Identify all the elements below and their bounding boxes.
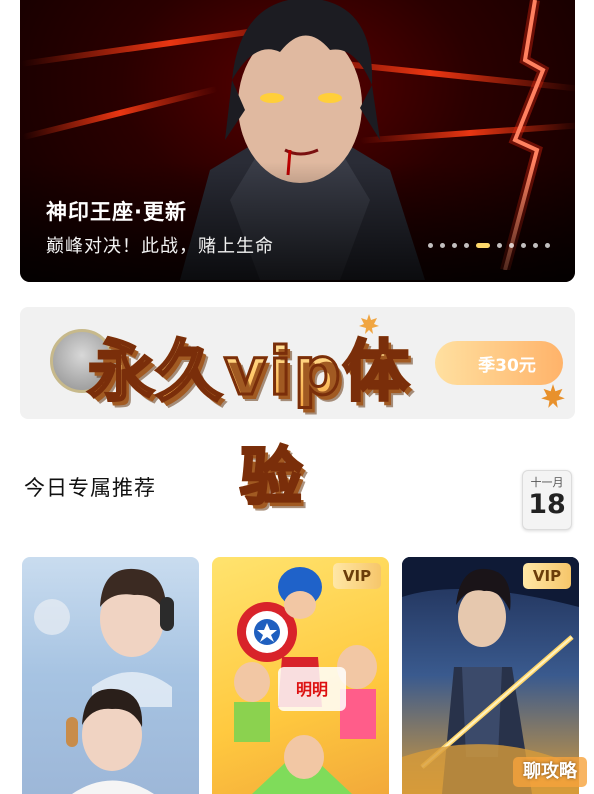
carousel-dot[interactable] xyxy=(428,242,433,248)
carousel-dot[interactable] xyxy=(464,242,469,248)
carousel-dot[interactable] xyxy=(521,242,526,248)
calendar-icon[interactable]: 十一月 18 xyxy=(522,470,572,530)
vip-badge: VIP xyxy=(523,563,571,589)
carousel-indicator[interactable] xyxy=(428,242,550,248)
carousel-dot[interactable] xyxy=(452,242,457,248)
vip-overlay-line2: 验 xyxy=(238,439,303,515)
carousel-dot[interactable] xyxy=(509,242,514,248)
carousel-dot[interactable] xyxy=(476,242,490,248)
carousel-dot[interactable] xyxy=(533,242,538,248)
svg-text:明明: 明明 xyxy=(296,680,328,699)
watermark-logo: 聊攻略 xyxy=(513,757,587,787)
vip-price-button[interactable]: 季30元 xyxy=(435,341,563,385)
poster-image xyxy=(34,568,174,794)
carousel-dot[interactable] xyxy=(545,242,550,248)
calendar-month: 十一月 xyxy=(530,476,564,489)
vip-overlay-text-2: 验 xyxy=(238,426,303,516)
carousel-dot[interactable] xyxy=(497,242,502,248)
vip-badge: VIP xyxy=(333,563,381,589)
recommend-card-kids-show[interactable]: 明明 VIP xyxy=(212,557,389,794)
banner-title: 神印王座·更新 xyxy=(46,200,187,224)
vip-overlay-text: 永久vip体 xyxy=(87,318,411,414)
carousel-dot[interactable] xyxy=(440,242,445,248)
vip-overlay-line1: 永久vip体 xyxy=(87,332,411,412)
section-title: 今日专属推荐 xyxy=(24,476,156,500)
poster-image: 明明 xyxy=(234,567,377,794)
hero-banner[interactable]: 神印王座·更新 巅峰对决！此战，赌上生命 xyxy=(20,0,575,282)
maple-leaf-icon xyxy=(541,384,565,408)
banner-subtitle: 巅峰对决！此战，赌上生命 xyxy=(46,236,274,257)
calendar-day: 18 xyxy=(528,489,566,520)
recommend-card-romance-drama[interactable] xyxy=(22,557,199,794)
